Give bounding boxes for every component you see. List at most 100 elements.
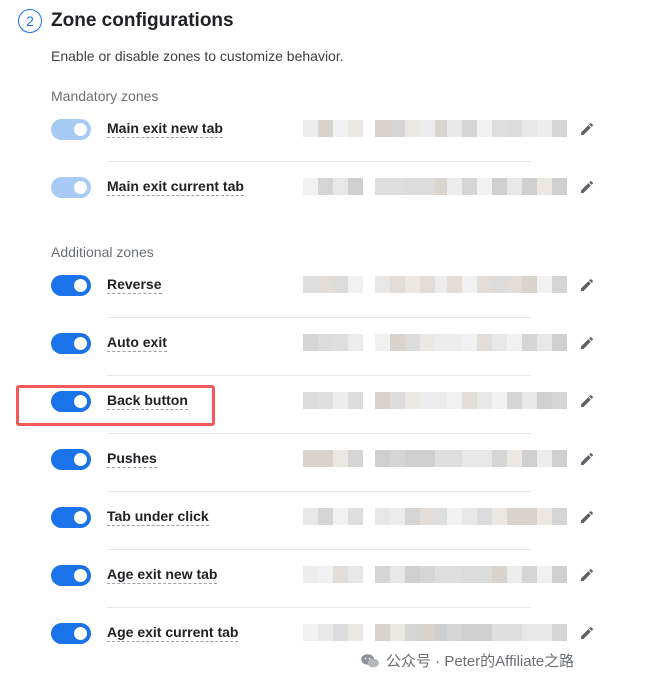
redaction-pixel xyxy=(348,334,363,351)
redaction-pixel xyxy=(405,178,420,195)
redaction-pixel xyxy=(477,624,492,641)
pencil-icon[interactable] xyxy=(579,509,595,525)
redaction-pixel xyxy=(318,566,333,583)
redaction-pixel xyxy=(348,624,363,641)
redaction-pixel xyxy=(507,276,522,293)
redaction-pixel xyxy=(363,334,375,351)
zone-row: Reverse xyxy=(51,260,611,318)
zone-toggle[interactable] xyxy=(51,275,91,296)
redaction-pixel xyxy=(477,566,492,583)
zone-toggle[interactable] xyxy=(51,565,91,586)
redaction-pixel xyxy=(420,334,435,351)
redaction-pixel xyxy=(420,450,435,467)
redaction-pixel xyxy=(462,566,477,583)
zone-toggle[interactable] xyxy=(51,449,91,470)
zone-toggle[interactable] xyxy=(51,119,91,140)
redaction-pixel xyxy=(477,450,492,467)
pencil-icon[interactable] xyxy=(579,567,595,583)
redaction-pixel xyxy=(303,624,318,641)
redaction-pixel xyxy=(447,566,462,583)
redaction-pixel xyxy=(522,624,537,641)
pencil-icon[interactable] xyxy=(579,625,595,641)
highlight-box xyxy=(16,385,215,426)
redaction-pixel xyxy=(492,508,507,525)
redaction-pixel xyxy=(435,334,447,351)
zone-toggle[interactable] xyxy=(51,623,91,644)
redaction-pixel xyxy=(303,120,318,137)
redacted-zone-value xyxy=(303,392,573,409)
section-description: Enable or disable zones to customize beh… xyxy=(51,48,344,64)
zone-name[interactable]: Main exit new tab xyxy=(107,120,223,138)
pencil-icon[interactable] xyxy=(579,179,595,195)
redaction-pixel xyxy=(333,276,348,293)
redaction-pixel xyxy=(522,334,537,351)
redaction-pixel xyxy=(435,276,447,293)
zone-toggle[interactable] xyxy=(51,177,91,198)
redaction-pixel xyxy=(522,276,537,293)
redaction-pixel xyxy=(390,120,405,137)
redaction-pixel xyxy=(537,178,552,195)
redaction-pixel xyxy=(303,334,318,351)
pencil-icon[interactable] xyxy=(579,393,595,409)
pencil-icon[interactable] xyxy=(579,121,595,137)
redaction-pixel xyxy=(405,624,420,641)
redaction-pixel xyxy=(405,120,420,137)
redaction-pixel xyxy=(492,624,507,641)
redaction-pixel xyxy=(477,120,492,137)
watermark-text: 公众号 · Peter的Affiliate之路 xyxy=(386,653,575,670)
redaction-pixel xyxy=(522,508,537,525)
zone-toggle[interactable] xyxy=(51,333,91,354)
redaction-pixel xyxy=(375,450,390,467)
redaction-pixel xyxy=(552,508,567,525)
redaction-pixel xyxy=(318,276,333,293)
zone-name[interactable]: Reverse xyxy=(107,276,162,294)
redaction-pixel xyxy=(447,450,462,467)
redacted-zone-value xyxy=(303,508,573,525)
redaction-pixel xyxy=(390,450,405,467)
zone-name[interactable]: Tab under click xyxy=(107,508,209,526)
redaction-pixel xyxy=(477,276,492,293)
pencil-icon[interactable] xyxy=(579,451,595,467)
zone-name[interactable]: Pushes xyxy=(107,450,157,468)
pencil-icon[interactable] xyxy=(579,277,595,293)
redaction-pixel xyxy=(447,624,462,641)
redaction-pixel xyxy=(552,178,567,195)
redaction-pixel xyxy=(390,276,405,293)
redaction-pixel xyxy=(375,624,390,641)
redaction-pixel xyxy=(390,566,405,583)
redaction-pixel xyxy=(390,178,405,195)
redaction-pixel xyxy=(390,392,405,409)
zone-name[interactable]: Main exit current tab xyxy=(107,178,244,196)
redacted-zone-value xyxy=(303,334,573,351)
zone-name[interactable]: Age exit new tab xyxy=(107,566,218,584)
redaction-pixel xyxy=(447,508,462,525)
zone-name[interactable]: Age exit current tab xyxy=(107,624,239,642)
redaction-pixel xyxy=(363,120,375,137)
redaction-pixel xyxy=(405,276,420,293)
redaction-pixel xyxy=(552,392,567,409)
redaction-pixel xyxy=(420,392,435,409)
redaction-pixel xyxy=(375,276,390,293)
redaction-pixel xyxy=(333,120,348,137)
redaction-pixel xyxy=(462,450,477,467)
redaction-pixel xyxy=(435,178,447,195)
redaction-pixel xyxy=(552,566,567,583)
redaction-pixel xyxy=(390,624,405,641)
pencil-icon[interactable] xyxy=(579,335,595,351)
redaction-pixel xyxy=(507,566,522,583)
redaction-pixel xyxy=(552,276,567,293)
toggle-knob xyxy=(74,569,87,582)
zone-name[interactable]: Auto exit xyxy=(107,334,167,352)
redaction-pixel xyxy=(447,392,462,409)
redaction-pixel xyxy=(303,392,318,409)
redaction-pixel xyxy=(333,508,348,525)
redaction-pixel xyxy=(435,566,447,583)
zone-row: Main exit new tab xyxy=(51,104,611,162)
redaction-pixel xyxy=(405,566,420,583)
zone-toggle[interactable] xyxy=(51,507,91,528)
redaction-pixel xyxy=(405,392,420,409)
redaction-pixel xyxy=(333,334,348,351)
redaction-pixel xyxy=(477,392,492,409)
redaction-pixel xyxy=(477,508,492,525)
toggle-knob xyxy=(74,627,87,640)
